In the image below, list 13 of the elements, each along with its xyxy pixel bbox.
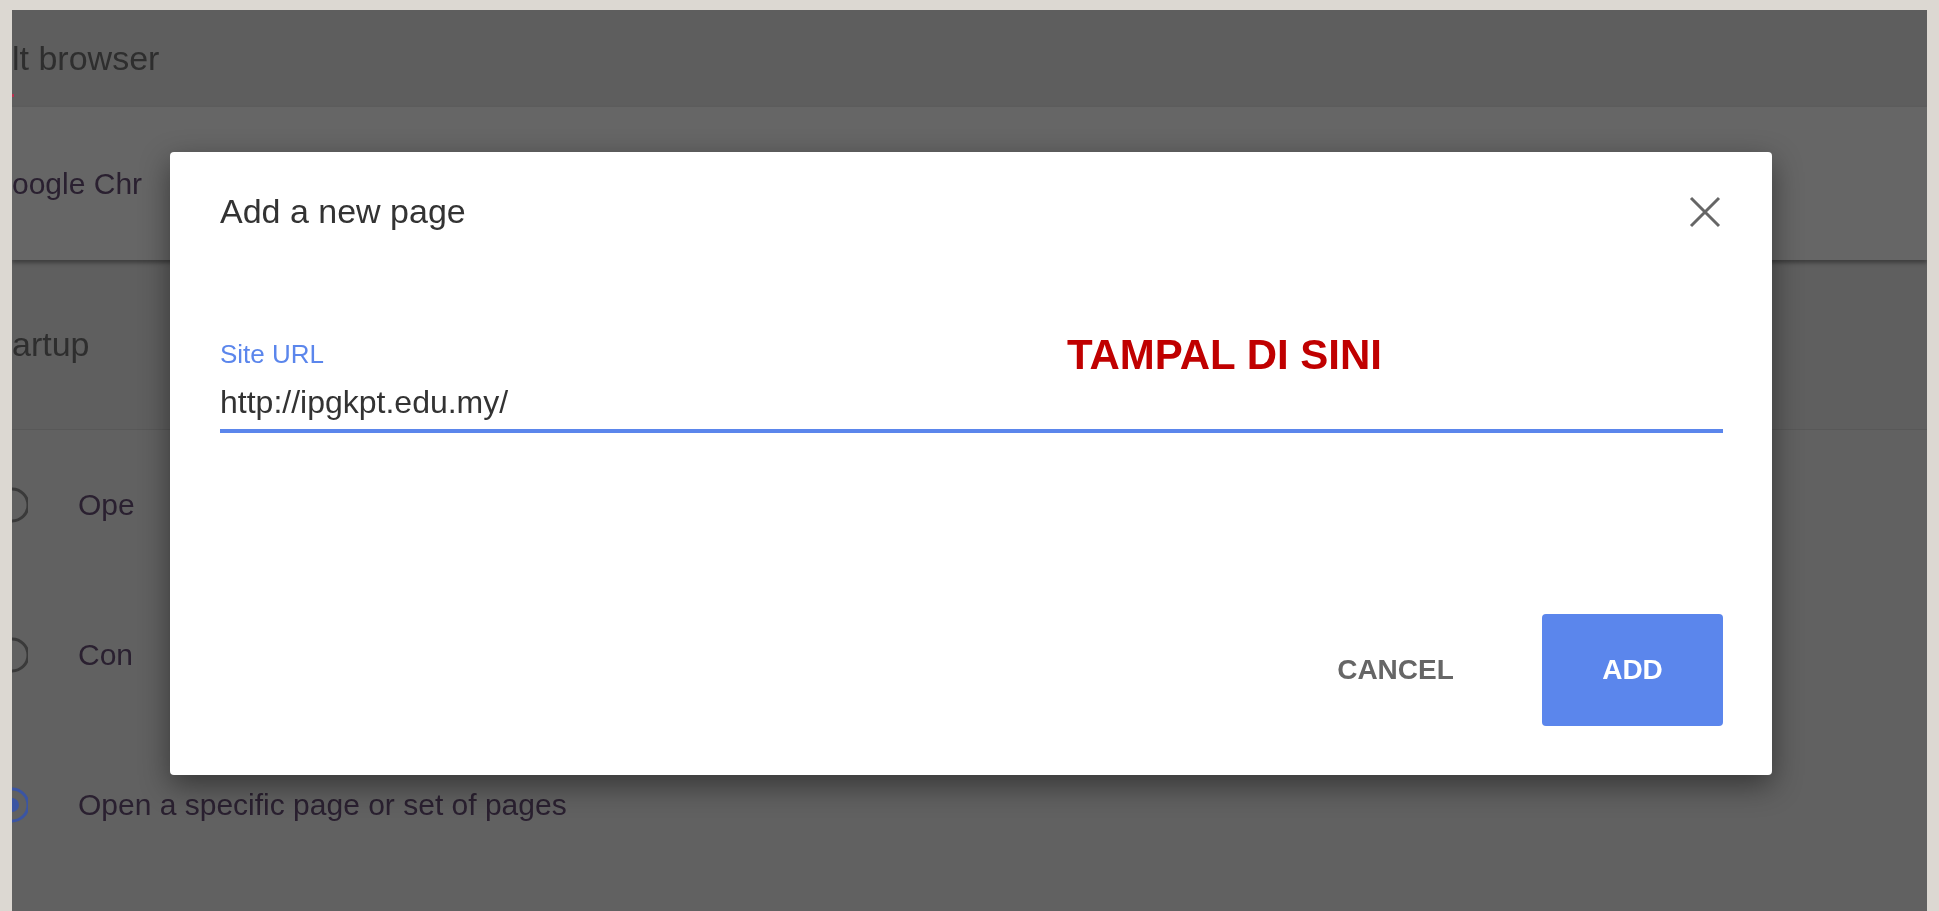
radio-button[interactable] — [12, 787, 28, 823]
add-button[interactable]: ADD — [1542, 614, 1723, 726]
cancel-button[interactable]: CANCEL — [1305, 614, 1486, 726]
setting-label: oogle Chr — [12, 166, 143, 201]
option-label: Ope — [78, 488, 135, 522]
field-label: Site URL — [220, 339, 325, 370]
url-field[interactable]: http://ipgkpt.edu.my/ — [220, 384, 1723, 433]
radio-button[interactable] — [12, 487, 28, 523]
option-label: Open a specific page or set of pages — [78, 788, 567, 822]
annotation-text: TAMPAL DI SINI — [1067, 331, 1382, 379]
option-label: Con — [78, 638, 134, 672]
dialog-title: Add a new page — [220, 192, 466, 231]
radio-button[interactable] — [12, 637, 28, 673]
